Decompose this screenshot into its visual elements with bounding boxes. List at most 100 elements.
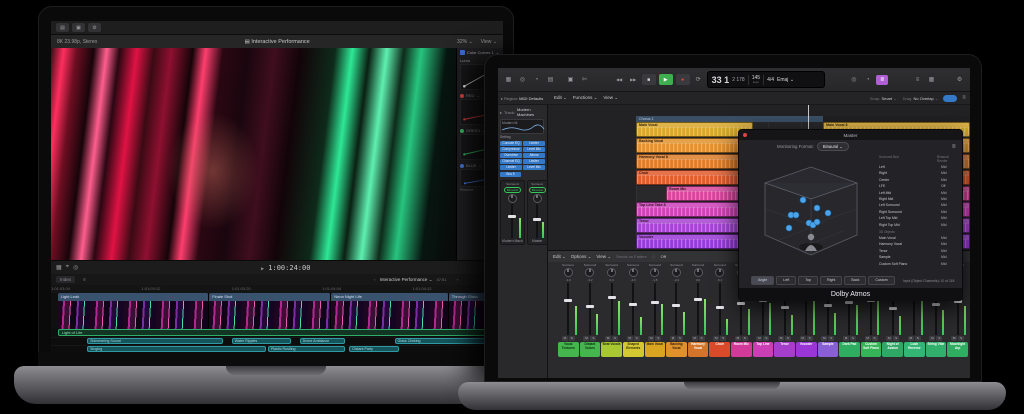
channel-strip[interactable]: Surround -1.8 M S Main Vocal bbox=[645, 263, 666, 378]
pan-knob[interactable] bbox=[564, 268, 573, 277]
appearance-icons[interactable]: ≡ bbox=[83, 277, 86, 283]
solo-button[interactable]: S bbox=[742, 336, 748, 341]
plugin-slot[interactable]: Compressor bbox=[500, 147, 522, 152]
channel-strip[interactable]: Surround -2.4 M S Backing Vocal bbox=[666, 263, 687, 378]
fader-cap[interactable] bbox=[651, 301, 659, 304]
pan-mode[interactable]: Binaural bbox=[504, 187, 521, 193]
view-button[interactable]: Right bbox=[820, 276, 842, 285]
audio-clip[interactable]: Shimmering Sound bbox=[87, 338, 223, 344]
view-menu[interactable]: View ⌄ bbox=[603, 95, 618, 101]
channel-name-label[interactable]: Harmony Vocal bbox=[688, 342, 709, 357]
midi-region[interactable]: Main Vocal bbox=[636, 122, 753, 137]
media-browser-icon[interactable]: ▤ bbox=[56, 23, 69, 32]
audio-clip[interactable]: Glass Clinking bbox=[395, 338, 499, 344]
count-in-icon[interactable]: ◎ bbox=[848, 76, 859, 83]
volume-fader[interactable] bbox=[502, 204, 523, 238]
plugin-slot[interactable]: Atmos bbox=[523, 153, 545, 158]
lcd-display[interactable]: 33 1 2 178 145 keep 4/4 Emaj ⌄ bbox=[707, 71, 825, 88]
library-icon[interactable]: ▦ bbox=[503, 76, 514, 83]
view-button[interactable]: Top bbox=[798, 276, 818, 285]
solo-button[interactable]: S bbox=[872, 336, 878, 341]
cycle-icon[interactable]: ⟳ bbox=[693, 76, 704, 83]
volume-fader[interactable] bbox=[645, 283, 666, 335]
output-slot[interactable]: Surround bbox=[649, 263, 661, 267]
mute-button[interactable]: M bbox=[886, 336, 892, 341]
solo-button[interactable]: S bbox=[634, 336, 640, 341]
mute-button[interactable]: M bbox=[865, 336, 871, 341]
mute-button[interactable]: M bbox=[605, 336, 611, 341]
functions-menu[interactable]: Functions ⌄ bbox=[573, 95, 598, 101]
fader-cap[interactable] bbox=[845, 301, 853, 304]
pan-knob[interactable] bbox=[694, 268, 703, 277]
smart-controls-icon[interactable]: ▤ bbox=[545, 76, 556, 83]
tools-icon[interactable]: ⌖ bbox=[66, 264, 69, 271]
plugin-slot[interactable]: Overdrive bbox=[500, 153, 522, 158]
list-editors-icon[interactable]: ≡ bbox=[912, 77, 923, 83]
settings-icon[interactable]: ⚙ bbox=[88, 23, 101, 32]
pan-mode[interactable]: Binaural bbox=[529, 187, 546, 193]
mute-button[interactable]: M bbox=[843, 336, 849, 341]
rewind-icon[interactable]: ◀◀ bbox=[614, 77, 625, 82]
capture-midi-badge[interactable]: ≣ bbox=[876, 75, 888, 85]
output-slot[interactable]: Surround bbox=[584, 263, 596, 267]
volume-fader[interactable] bbox=[688, 283, 709, 335]
solo-button[interactable]: S bbox=[807, 336, 813, 341]
timeline-ruler[interactable]: 1:01:03:041:01:03:121:01:03:201:01:04:04… bbox=[51, 285, 503, 293]
plugin-slot[interactable]: Level Mix bbox=[523, 165, 545, 170]
mixer-edit-menu[interactable]: Edit ⌄ bbox=[553, 254, 566, 260]
edit-menu[interactable]: Edit ⌄ bbox=[554, 95, 567, 101]
view-button[interactable]: Left bbox=[776, 276, 796, 285]
mute-button[interactable]: M bbox=[800, 336, 806, 341]
channel-name-label[interactable]: Shaped Elements bbox=[623, 342, 644, 357]
mixer-icon[interactable]: ▣ bbox=[565, 76, 576, 83]
pan-knob[interactable] bbox=[715, 268, 724, 277]
effects-browser-icon[interactable]: ▣ bbox=[72, 23, 85, 32]
output-slot[interactable]: Surround bbox=[531, 182, 543, 186]
render-mode-dropdown[interactable]: Mid bbox=[941, 261, 959, 267]
pan-knob[interactable] bbox=[607, 268, 616, 277]
fader-cap[interactable] bbox=[889, 307, 897, 310]
solo-button[interactable]: S bbox=[590, 336, 596, 341]
plugin-slot[interactable]: Console EQ bbox=[500, 141, 522, 146]
pan-knob[interactable] bbox=[672, 268, 681, 277]
channel-name-label[interactable]: Night of Avalon bbox=[882, 342, 903, 357]
solo-button[interactable]: S bbox=[958, 336, 964, 341]
solo-button[interactable]: S bbox=[828, 336, 834, 341]
volume-fader[interactable] bbox=[666, 283, 687, 335]
master-channel-strip[interactable]: Surround Binaural Master bbox=[527, 180, 548, 245]
channel-name-label[interactable]: Sample bbox=[818, 342, 839, 357]
channel-strip[interactable]: Surround -1.0 M S Vocal Textures bbox=[558, 263, 579, 378]
volume-fader[interactable] bbox=[709, 283, 730, 335]
channel-name-label[interactable]: Backing Vocal bbox=[666, 342, 687, 357]
catch-playhead-toggle[interactable] bbox=[943, 95, 957, 102]
track-channel-strip[interactable]: Surround Binaural Modern Mach bbox=[500, 180, 525, 245]
render-mode-dropdown[interactable]: Mid bbox=[941, 222, 959, 228]
channel-strip[interactable]: Surround -5.1 M S Choir bbox=[709, 263, 730, 378]
channel-strip[interactable]: Surround 0.0 M S Beat Vocals bbox=[601, 263, 622, 378]
output-slot[interactable]: Surround bbox=[506, 182, 518, 186]
audio-clip[interactable]: Drone Ambiance bbox=[300, 338, 345, 344]
next-project-icon[interactable]: › bbox=[457, 277, 459, 282]
metronome-icon[interactable]: ◔ bbox=[862, 77, 873, 83]
fader-cap[interactable] bbox=[564, 299, 572, 302]
plugin-slot[interactable]: Level Mix bbox=[523, 147, 545, 152]
solo-button[interactable]: S bbox=[915, 336, 921, 341]
view-dropdown[interactable]: View ⌄ bbox=[481, 39, 497, 45]
monitoring-format-dropdown[interactable]: Binaural ⌄ bbox=[817, 142, 849, 151]
3d-room-view[interactable] bbox=[745, 153, 875, 265]
volume-fader[interactable] bbox=[580, 283, 601, 335]
video-clip[interactable]: Neon Night Life bbox=[331, 293, 449, 329]
mute-button[interactable]: M bbox=[648, 336, 654, 341]
mute-button[interactable]: M bbox=[670, 336, 676, 341]
volume-fader[interactable] bbox=[601, 283, 622, 335]
panner-settings-icon[interactable]: ≣ bbox=[952, 144, 956, 150]
plugin-slot[interactable]: Limiter bbox=[523, 159, 545, 164]
channel-name-label[interactable]: Distant Voices bbox=[580, 342, 601, 357]
solo-button[interactable]: S bbox=[655, 336, 661, 341]
add-clip-icon[interactable]: ▦ bbox=[56, 264, 62, 271]
video-clip[interactable]: Light Leak bbox=[58, 293, 209, 329]
setting-slot[interactable]: Setting bbox=[500, 135, 545, 139]
note-pads-icon[interactable]: ▦ bbox=[926, 76, 937, 83]
close-icon[interactable] bbox=[743, 133, 747, 137]
channel-name-label[interactable]: Vocoder bbox=[796, 342, 817, 357]
